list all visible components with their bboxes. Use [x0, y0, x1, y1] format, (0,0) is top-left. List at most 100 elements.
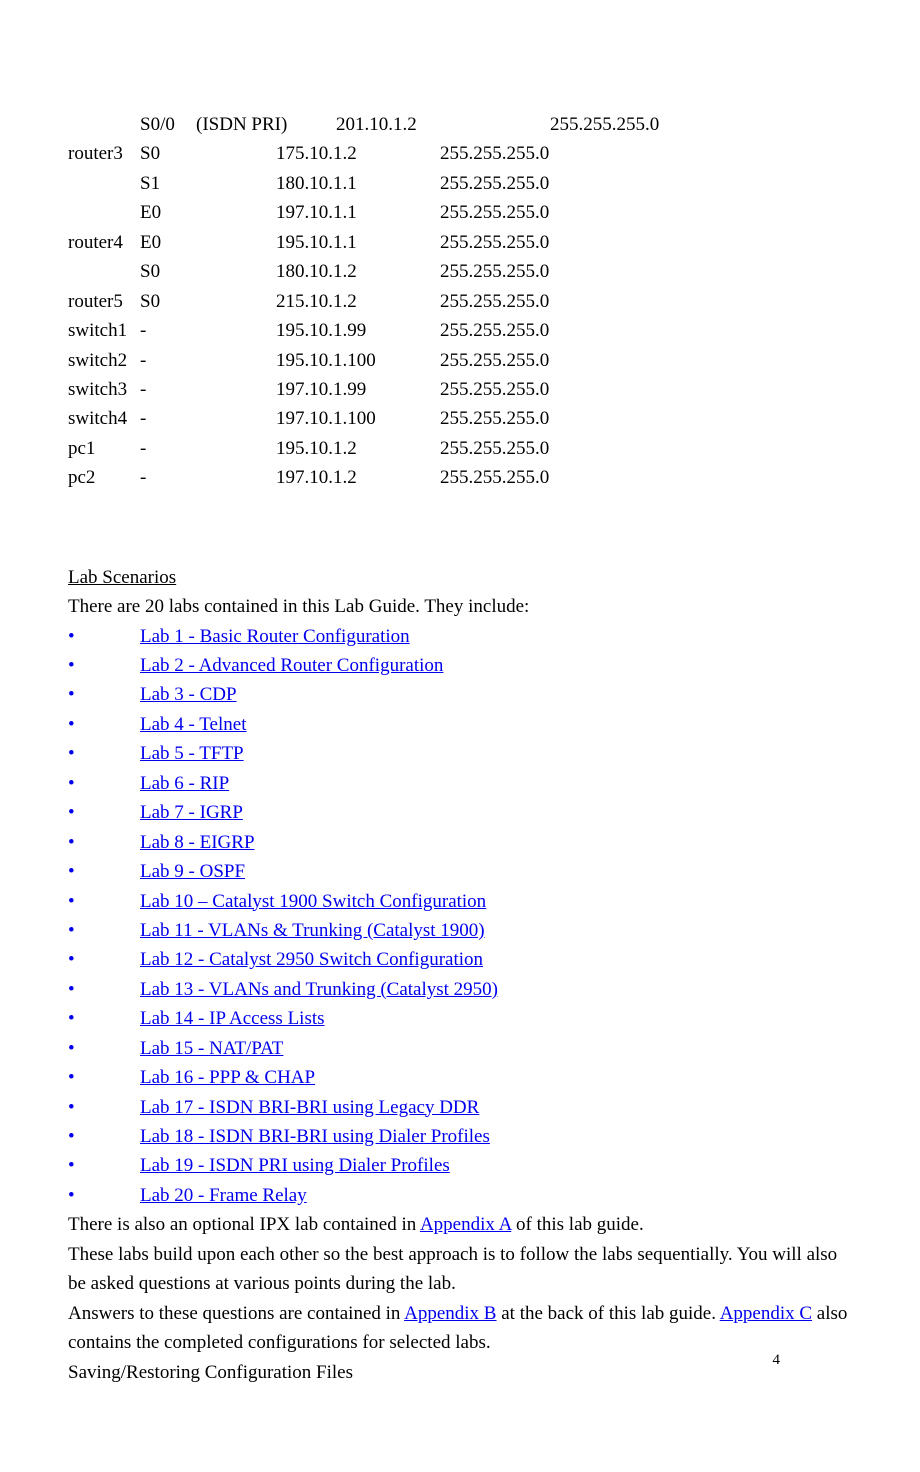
text: at the back of this lab guide. — [496, 1303, 719, 1324]
bullet-icon: • — [68, 887, 140, 916]
ip-cell: 195.10.1.100 — [276, 346, 440, 375]
interface-cell: - — [140, 346, 196, 375]
ip-cell: 195.10.1.2 — [276, 434, 440, 463]
section-title: Lab Scenarios — [68, 567, 176, 588]
device-cell: router4 — [68, 228, 140, 257]
lab-label: Lab 5 - TFTP — [140, 743, 244, 764]
bullet-icon: • — [68, 857, 140, 886]
table-row: S0/0(ISDN PRI)201.10.1.2255.255.255.0 — [68, 110, 852, 139]
table-row: router5S0215.10.1.2255.255.255.0 — [68, 287, 852, 316]
lab-link[interactable]: •Lab 7 - IGRP — [68, 798, 852, 827]
lab-label: Lab 19 - ISDN PRI using Dialer Profiles — [140, 1155, 450, 1176]
text: of this lab guide. — [511, 1214, 643, 1235]
page-number: 4 — [773, 1349, 781, 1372]
lab-label: Lab 18 - ISDN BRI-BRI using Dialer Profi… — [140, 1126, 490, 1147]
lab-label: Lab 20 - Frame Relay — [140, 1185, 307, 1206]
ip-cell: 180.10.1.2 — [276, 257, 440, 286]
mask-cell: 255.255.255.0 — [440, 169, 852, 198]
bullet-icon: • — [68, 1122, 140, 1151]
bullet-icon: • — [68, 1093, 140, 1122]
mask-cell: 255.255.255.0 — [440, 287, 852, 316]
lab-link[interactable]: •Lab 19 - ISDN PRI using Dialer Profiles — [68, 1151, 852, 1180]
bullet-icon: • — [68, 710, 140, 739]
ip-cell: 175.10.1.2 — [276, 139, 440, 168]
mask-cell: 255.255.255.0 — [440, 375, 852, 404]
bullet-icon: • — [68, 1181, 140, 1210]
table-row: switch2- 195.10.1.100255.255.255.0 — [68, 346, 852, 375]
lab-link[interactable]: •Lab 11 - VLANs & Trunking (Catalyst 190… — [68, 916, 852, 945]
interface-cell: S0 — [140, 287, 196, 316]
lab-link[interactable]: •Lab 5 - TFTP — [68, 739, 852, 768]
lab-link[interactable]: •Lab 2 - Advanced Router Configuration — [68, 651, 852, 680]
lab-link[interactable]: •Lab 16 - PPP & CHAP — [68, 1063, 852, 1092]
appendix-b-link[interactable]: Appendix B — [404, 1303, 496, 1324]
bullet-icon: • — [68, 739, 140, 768]
ip-cell: 197.10.1.2 — [276, 463, 440, 492]
device-cell: switch2 — [68, 346, 140, 375]
table-row: router4E0195.10.1.1255.255.255.0 — [68, 228, 852, 257]
lab-label: Lab 6 - RIP — [140, 773, 229, 794]
bullet-icon: • — [68, 1004, 140, 1033]
text: There is also an optional IPX lab contai… — [68, 1214, 420, 1235]
interface-address-table: S0/0(ISDN PRI)201.10.1.2255.255.255.0rou… — [68, 110, 852, 493]
mask-cell: 255.255.255.0 — [440, 257, 852, 286]
mask-cell: 255.255.255.0 — [440, 139, 852, 168]
bullet-icon: • — [68, 1151, 140, 1180]
lab-link[interactable]: •Lab 13 - VLANs and Trunking (Catalyst 2… — [68, 975, 852, 1004]
lab-label: Lab 7 - IGRP — [140, 802, 243, 823]
lab-link[interactable]: •Lab 1 - Basic Router Configuration — [68, 622, 852, 651]
ip-cell: 180.10.1.1 — [276, 169, 440, 198]
lab-label: Lab 4 - Telnet — [140, 714, 246, 735]
lab-link[interactable]: •Lab 15 - NAT/PAT — [68, 1034, 852, 1063]
mask-cell: 255.255.255.0 — [440, 404, 852, 433]
lab-link[interactable]: •Lab 12 - Catalyst 2950 Switch Configura… — [68, 945, 852, 974]
device-cell: switch1 — [68, 316, 140, 345]
lab-label: Lab 15 - NAT/PAT — [140, 1038, 283, 1059]
bullet-icon: • — [68, 798, 140, 827]
interface-cell: E0 — [140, 198, 196, 227]
interface-cell: - — [140, 463, 196, 492]
lab-label: Lab 14 - IP Access Lists — [140, 1008, 325, 1029]
lab-link[interactable]: •Lab 8 - EIGRP — [68, 828, 852, 857]
lab-link[interactable]: •Lab 6 - RIP — [68, 769, 852, 798]
lab-list: •Lab 1 - Basic Router Configuration•Lab … — [68, 622, 852, 1211]
device-cell: switch4 — [68, 404, 140, 433]
lab-link[interactable]: •Lab 14 - IP Access Lists — [68, 1004, 852, 1033]
lab-label: Lab 2 - Advanced Router Configuration — [140, 655, 443, 676]
ip-cell: 197.10.1.1 — [276, 198, 440, 227]
lab-label: Lab 11 - VLANs & Trunking (Catalyst 1900… — [140, 920, 485, 941]
mask-cell: 255.255.255.0 — [440, 198, 852, 227]
lab-link[interactable]: •Lab 3 - CDP — [68, 680, 852, 709]
lab-link[interactable]: •Lab 18 - ISDN BRI-BRI using Dialer Prof… — [68, 1122, 852, 1151]
lab-link[interactable]: •Lab 4 - Telnet — [68, 710, 852, 739]
interface-cell: E0 — [140, 228, 196, 257]
bullet-icon: • — [68, 945, 140, 974]
saving-restoring-heading: Saving/Restoring Configuration Files — [68, 1358, 852, 1387]
device-cell: router3 — [68, 139, 140, 168]
bullet-icon: • — [68, 680, 140, 709]
lab-link[interactable]: •Lab 17 - ISDN BRI-BRI using Legacy DDR — [68, 1093, 852, 1122]
ip-cell: 201.10.1.2 — [336, 110, 500, 139]
mask-cell: 255.255.255.0 — [440, 346, 852, 375]
interface-cell: - — [140, 404, 196, 433]
interface-cell: - — [140, 375, 196, 404]
bullet-icon: • — [68, 828, 140, 857]
mask-cell: 255.255.255.0 — [440, 316, 852, 345]
lab-label: Lab 10 – Catalyst 1900 Switch Configurat… — [140, 891, 486, 912]
appendix-c-link[interactable]: Appendix C — [720, 1303, 812, 1324]
ip-cell: 197.10.1.99 — [276, 375, 440, 404]
device-cell: switch3 — [68, 375, 140, 404]
appendix-a-paragraph: There is also an optional IPX lab contai… — [68, 1210, 852, 1239]
table-row: E0 197.10.1.1255.255.255.0 — [68, 198, 852, 227]
table-row: switch4-197.10.1.100255.255.255.0 — [68, 404, 852, 433]
lab-link[interactable]: •Lab 20 - Frame Relay — [68, 1181, 852, 1210]
text: Answers to these questions are contained… — [68, 1303, 404, 1324]
lab-label: Lab 1 - Basic Router Configuration — [140, 626, 410, 647]
lab-label: Lab 13 - VLANs and Trunking (Catalyst 29… — [140, 979, 498, 1000]
table-row: pc1-195.10.1.2255.255.255.0 — [68, 434, 852, 463]
ip-cell: 195.10.1.1 — [276, 228, 440, 257]
lab-link[interactable]: •Lab 9 - OSPF — [68, 857, 852, 886]
mask-cell: 255.255.255.0 — [440, 434, 852, 463]
lab-link[interactable]: •Lab 10 – Catalyst 1900 Switch Configura… — [68, 887, 852, 916]
appendix-a-link[interactable]: Appendix A — [420, 1214, 511, 1235]
